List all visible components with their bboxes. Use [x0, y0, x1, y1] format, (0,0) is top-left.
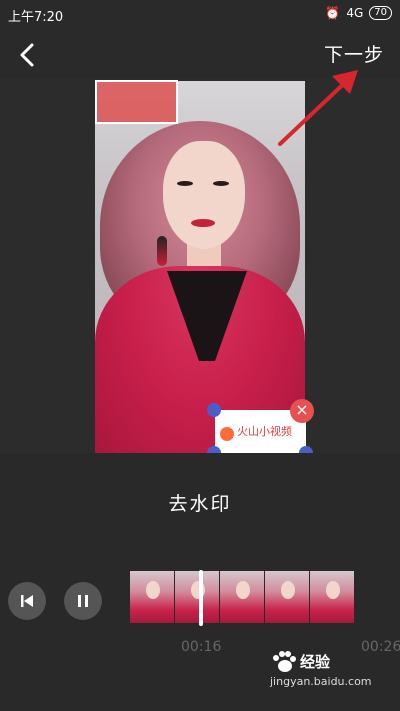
- thumbnail: [310, 571, 354, 623]
- annotation-arrow-icon: [278, 70, 358, 146]
- baidu-paw-icon: [273, 651, 296, 672]
- eye-left: [177, 181, 193, 186]
- playhead[interactable]: [199, 570, 203, 626]
- play-logo-icon: [220, 427, 234, 441]
- watermark-label: 火山小视频: [237, 425, 292, 438]
- status-bar: 上午7:20 ⏰ 4G 70: [0, 0, 400, 30]
- timeline-strip[interactable]: [130, 571, 358, 623]
- alarm-icon: ⏰: [325, 6, 341, 20]
- status-icons: ⏰ 4G 70: [325, 6, 392, 20]
- face-shape: [163, 141, 245, 249]
- close-icon[interactable]: ×: [290, 399, 314, 423]
- pause-button[interactable]: [64, 582, 102, 620]
- thumbnail: [130, 571, 174, 623]
- thumbnail: [265, 571, 309, 623]
- battery-icon: 70: [369, 6, 392, 20]
- lips-shape: [191, 219, 215, 227]
- baidu-url-label: jingyan.baidu.com: [270, 675, 372, 688]
- eye-right: [213, 181, 229, 186]
- thumbnail: [220, 571, 264, 623]
- earring: [157, 236, 167, 266]
- resize-handle-top-left[interactable]: [207, 403, 221, 417]
- skip-back-button[interactable]: [8, 582, 46, 620]
- baidu-brand-label: 经验: [300, 653, 331, 671]
- status-time: 上午7:20: [8, 10, 64, 25]
- panel-title: 去水印: [168, 493, 232, 515]
- network-label: 4G: [346, 6, 364, 20]
- pause-icon: [78, 595, 88, 607]
- next-step-button[interactable]: 下一步: [324, 40, 384, 67]
- time-current: 00:16: [181, 639, 222, 655]
- skip-back-icon: [21, 595, 33, 607]
- watermark-selection-box[interactable]: [95, 80, 178, 124]
- baidu-watermark: 经验 jingyan.baidu.com: [270, 651, 390, 691]
- thumbnail: [175, 571, 219, 623]
- back-icon[interactable]: [16, 40, 40, 70]
- edit-panel: 去水印 00:16 00:26 经验 jingyan.baidu.com: [0, 453, 400, 711]
